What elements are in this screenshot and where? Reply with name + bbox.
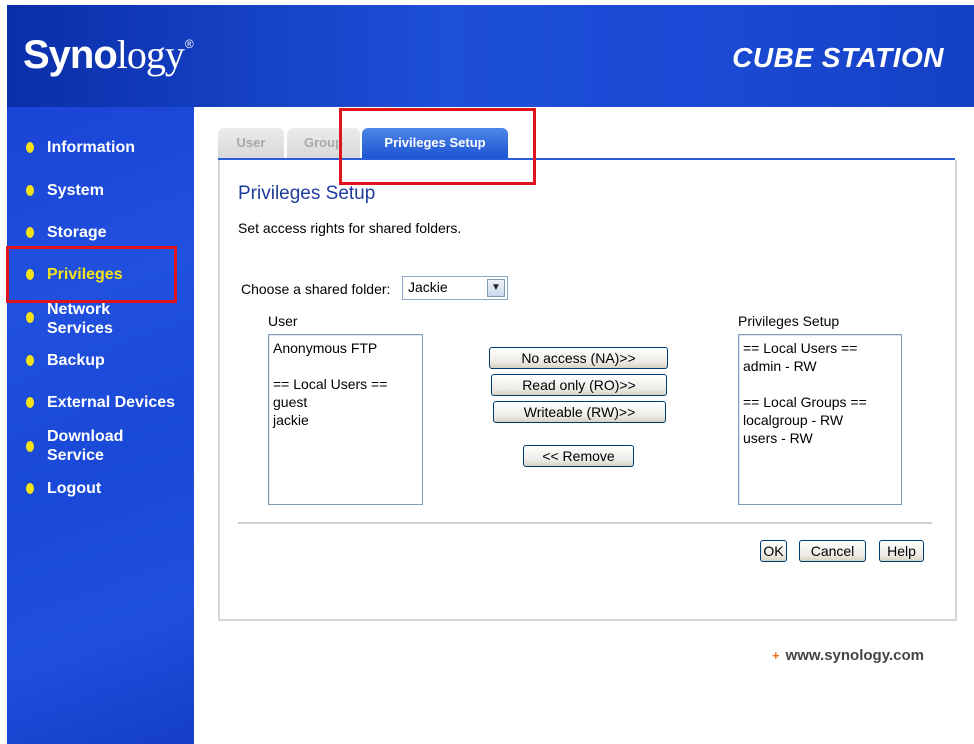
footer-url: www.synology.com bbox=[785, 647, 924, 664]
list-item[interactable]: == Local Groups == bbox=[739, 393, 901, 411]
no-access-button[interactable]: No access (NA)>> bbox=[489, 347, 668, 369]
sidebar-item-label: Logout bbox=[47, 480, 102, 497]
bullet-icon bbox=[26, 142, 34, 153]
sidebar: Information System Storage Privileges Ne… bbox=[7, 107, 194, 744]
privileges-list-label: Privileges Setup bbox=[738, 313, 840, 329]
product-name: CUBE STATION bbox=[732, 42, 944, 73]
ok-button[interactable]: OK bbox=[760, 540, 787, 562]
bullet-icon bbox=[26, 441, 34, 452]
help-button[interactable]: Help bbox=[879, 540, 924, 562]
plus-icon: + bbox=[772, 648, 780, 663]
list-item[interactable] bbox=[739, 375, 901, 393]
read-only-button[interactable]: Read only (RO)>> bbox=[491, 374, 667, 396]
sidebar-item-label: Download Service bbox=[47, 428, 124, 464]
logo-bold-text: Syno bbox=[23, 33, 118, 77]
footer-link[interactable]: + www.synology.com bbox=[772, 647, 924, 664]
sidebar-item-label: Backup bbox=[47, 352, 105, 369]
panel-description: Set access rights for shared folders. bbox=[238, 220, 462, 236]
list-item[interactable] bbox=[269, 357, 422, 375]
header-bar: Synology® CUBE STATION bbox=[7, 5, 974, 107]
cancel-button[interactable]: Cancel bbox=[799, 540, 866, 562]
list-item[interactable]: admin - RW bbox=[739, 357, 901, 375]
bullet-icon bbox=[26, 355, 34, 366]
chevron-down-icon[interactable]: ▼ bbox=[487, 279, 505, 297]
tab-group[interactable]: Group bbox=[287, 128, 360, 158]
panel-title: Privileges Setup bbox=[238, 183, 376, 204]
list-item[interactable]: Anonymous FTP bbox=[269, 339, 422, 357]
tab-privileges-setup[interactable]: Privileges Setup bbox=[362, 128, 508, 158]
logo-registered-mark: ® bbox=[184, 37, 194, 51]
shared-folder-select[interactable]: Jackie ▼ bbox=[402, 276, 508, 300]
shared-folder-label: Choose a shared folder: bbox=[241, 281, 391, 297]
privileges-listbox[interactable]: == Local Users == admin - RW == Local Gr… bbox=[738, 334, 902, 505]
writeable-button[interactable]: Writeable (RW)>> bbox=[493, 401, 666, 423]
remove-button[interactable]: << Remove bbox=[523, 445, 634, 467]
tab-user[interactable]: User bbox=[218, 128, 284, 158]
synology-logo: Synology® bbox=[23, 31, 194, 78]
list-item[interactable]: == Local Users == bbox=[269, 375, 422, 393]
sidebar-item-label: Privileges bbox=[47, 266, 123, 283]
list-item[interactable]: == Local Users == bbox=[739, 339, 901, 357]
list-item[interactable]: users - RW bbox=[739, 429, 901, 447]
sidebar-item-label: Network Services bbox=[47, 301, 113, 337]
sidebar-item-label: Storage bbox=[47, 224, 107, 241]
bullet-icon bbox=[26, 312, 34, 323]
logo-rest-text: logy bbox=[116, 32, 185, 77]
shared-folder-value: Jackie bbox=[408, 279, 448, 295]
list-item[interactable]: guest bbox=[269, 393, 422, 411]
user-listbox[interactable]: Anonymous FTP == Local Users == guest ja… bbox=[268, 334, 423, 505]
sidebar-item-label: Information bbox=[47, 139, 135, 156]
bullet-icon bbox=[26, 397, 34, 408]
bullet-icon bbox=[26, 227, 34, 238]
user-list-label: User bbox=[268, 313, 298, 329]
bullet-icon bbox=[26, 483, 34, 494]
list-item[interactable]: localgroup - RW bbox=[739, 411, 901, 429]
divider bbox=[238, 522, 932, 524]
bullet-icon bbox=[26, 185, 34, 196]
sidebar-item-label: System bbox=[47, 182, 104, 199]
bullet-icon bbox=[26, 269, 34, 280]
list-item[interactable]: jackie bbox=[269, 411, 422, 429]
sidebar-item-label: External Devices bbox=[47, 394, 176, 411]
